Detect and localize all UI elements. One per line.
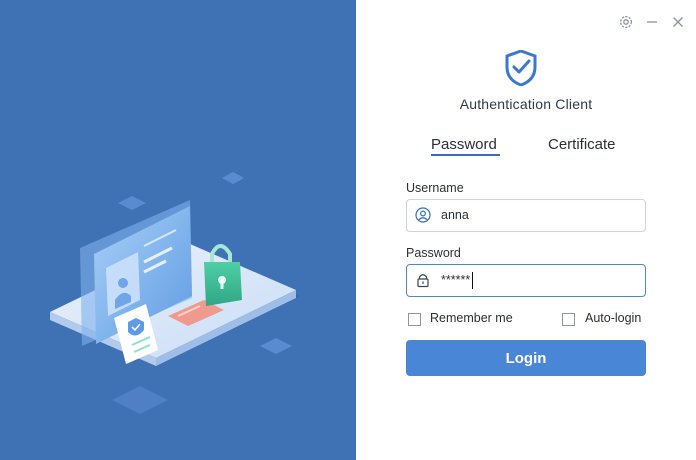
remember-me-label[interactable]: Remember me <box>430 311 513 325</box>
username-input[interactable]: anna <box>406 199 646 232</box>
minimize-icon <box>647 21 657 23</box>
auto-login-checkbox[interactable] <box>562 313 575 326</box>
login-window: Authentication Client Password Certifica… <box>0 0 696 460</box>
minimize-button[interactable] <box>642 12 662 32</box>
settings-button[interactable] <box>616 12 636 32</box>
illustration-panel <box>0 0 356 460</box>
active-tab-indicator <box>431 154 500 156</box>
close-icon <box>673 17 683 27</box>
app-title: Authentication Client <box>459 96 593 112</box>
remember-me-checkbox[interactable] <box>408 313 421 326</box>
login-button[interactable]: Login <box>406 340 646 376</box>
password-label: Password <box>406 246 461 260</box>
auto-login-label[interactable]: Auto-login <box>585 311 641 325</box>
tab-password[interactable]: Password <box>431 136 497 153</box>
username-value: anna <box>441 208 469 222</box>
tab-certificate[interactable]: Certificate <box>548 136 616 153</box>
text-cursor <box>472 272 473 289</box>
password-input[interactable]: ****** <box>406 264 646 297</box>
user-icon <box>415 207 431 223</box>
security-illustration <box>50 172 300 414</box>
username-label: Username <box>406 181 464 195</box>
lock-icon <box>417 274 429 288</box>
password-value: ****** <box>441 273 471 287</box>
gear-icon <box>619 15 633 29</box>
shield-check-icon <box>505 50 537 86</box>
close-button[interactable] <box>668 12 688 32</box>
